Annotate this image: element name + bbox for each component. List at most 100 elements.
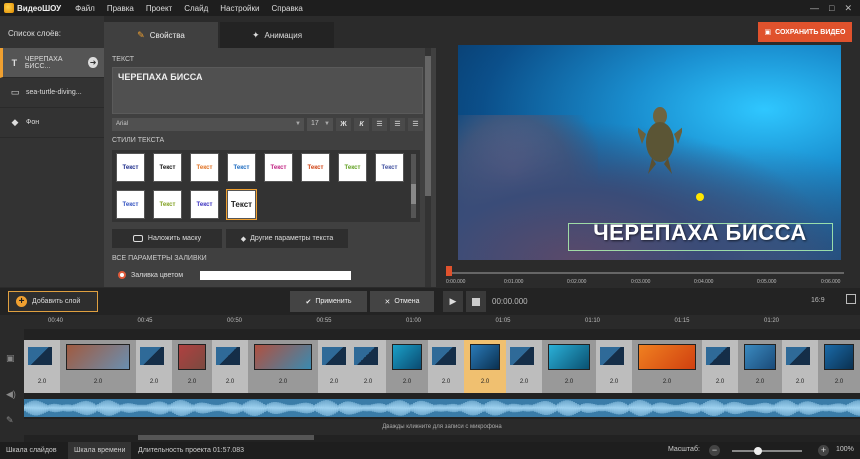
align-right-button[interactable]: ☰ [408, 117, 423, 131]
microphone-track[interactable]: Дважды кликните для записи с микрофона [24, 419, 860, 435]
play-button[interactable]: ▶ [443, 291, 463, 312]
text-style-swatch[interactable]: Текст [227, 153, 256, 182]
text-style-swatch[interactable]: Текст [226, 189, 257, 220]
text-style-swatch[interactable]: Текст [116, 153, 145, 182]
menu-settings[interactable]: Настройки [214, 4, 265, 13]
fill-color-radio[interactable]: Заливка цветом [118, 271, 183, 279]
maximize-icon[interactable]: □ [829, 3, 834, 14]
menu-bar: ВидеоШОУ Файл Правка Проект Слайд Настро… [0, 0, 860, 16]
timeline-scrollbar[interactable] [138, 435, 314, 440]
font-select[interactable]: Arial ▼ [112, 117, 304, 131]
slide-item[interactable]: 2.0 [172, 340, 212, 393]
align-center-button[interactable]: ☰ [390, 117, 405, 131]
bold-button[interactable]: Ж [336, 117, 351, 131]
timeline-mark: 01:20 [764, 318, 780, 324]
transition-item[interactable]: 2.0 [350, 340, 386, 393]
menu-help[interactable]: Справка [265, 4, 308, 13]
tab-slide-timeline[interactable]: Шкала слайдов [0, 442, 63, 459]
timeline-ruler[interactable]: 00:40 00:45 00:50 00:55 01:00 01:05 01:10 01:15… [24, 315, 860, 329]
button-label: Отмена [394, 298, 420, 305]
slide-item[interactable]: 2.0 [248, 340, 318, 393]
tab-animation[interactable]: ✦ Анимация [220, 22, 334, 48]
paint-bucket-icon: ◆ [11, 117, 19, 127]
layer-item-text[interactable]: T ЧЕРЕПАХА БИСС... ➜ [0, 48, 104, 78]
slide-duration: 2.0 [37, 379, 47, 385]
menu-edit[interactable]: Правка [101, 4, 140, 13]
aspect-ratio[interactable]: 16:9 [811, 297, 825, 304]
tab-properties[interactable]: ✎ Свойства [104, 22, 218, 48]
slide-item[interactable]: 2.0 [542, 340, 596, 393]
zoom-slider[interactable] [732, 447, 802, 455]
menu-slide[interactable]: Слайд [178, 4, 214, 13]
transition-item[interactable]: 2.0 [318, 340, 350, 393]
more-text-options-button[interactable]: ◆ Другие параметры текста [226, 229, 348, 248]
zoom-slider-knob[interactable] [754, 447, 762, 455]
transition-thumbnail [354, 347, 378, 365]
text-style-swatch[interactable]: Текст [153, 190, 182, 219]
transition-item[interactable]: 2.0 [506, 340, 542, 393]
zoom-in-button[interactable]: + [818, 445, 829, 456]
apply-mask-button[interactable]: Наложить маску [112, 229, 222, 248]
slide-item[interactable]: 2.0 [632, 340, 702, 393]
slide-item[interactable]: 2.0 [818, 340, 860, 393]
transition-thumbnail [786, 347, 810, 365]
play-icon: ▶ [449, 296, 457, 306]
text-input[interactable]: ЧЕРЕПАХА БИССА [112, 67, 423, 114]
slide-thumbnail [638, 344, 696, 370]
edit-icon: ✎ [137, 29, 145, 40]
transition-thumbnail [216, 347, 240, 365]
text-style-swatch[interactable]: Текст [190, 153, 219, 182]
text-style-swatch[interactable]: Текст [301, 153, 330, 182]
fullscreen-icon[interactable] [846, 294, 856, 304]
playhead-handle[interactable] [446, 266, 452, 276]
preview-timeline-ruler[interactable]: 0:00.000 0:01.000 0:02.000 0:03.000 0:04… [446, 262, 844, 288]
arrow-right-icon[interactable]: ➜ [88, 57, 98, 68]
transition-item[interactable]: 2.0 [702, 340, 738, 393]
italic-button[interactable]: К [354, 117, 369, 131]
slide-item[interactable]: 2.0 [464, 340, 506, 393]
text-style-swatch[interactable]: Текст [153, 153, 182, 182]
transition-item[interactable]: 2.0 [428, 340, 464, 393]
font-size-select[interactable]: 17 ▼ [307, 117, 333, 131]
anchor-point-handle[interactable] [696, 193, 704, 201]
text-style-swatch[interactable]: Текст [190, 190, 219, 219]
fill-color-swatch[interactable] [200, 271, 351, 280]
menu-file[interactable]: Файл [69, 4, 101, 13]
save-video-button[interactable]: ▣ СОХРАНИТЬ ВИДЕО [758, 22, 852, 42]
transition-item[interactable]: 2.0 [212, 340, 248, 393]
text-style-swatch[interactable]: Текст [375, 153, 404, 182]
properties-scrollbar[interactable] [425, 48, 431, 287]
text-style-swatch[interactable]: Текст [264, 153, 293, 182]
transition-item[interactable]: 2.0 [782, 340, 818, 393]
slide-item[interactable]: 2.0 [60, 340, 136, 393]
slide-duration: 2.0 [564, 379, 574, 385]
video-preview[interactable]: ЧЕРЕПАХА БИССА [458, 45, 841, 260]
align-left-button[interactable]: ☰ [372, 117, 387, 131]
styles-scrollbar[interactable] [411, 154, 416, 218]
font-toolbar: Arial ▼ 17 ▼ Ж К ☰ ☰ ☰ [112, 117, 423, 131]
menu-project[interactable]: Проект [140, 4, 178, 13]
add-layer-button[interactable]: + Добавить слой [8, 291, 98, 312]
slide-item[interactable]: 2.0 [738, 340, 782, 393]
cancel-button[interactable]: ✕ Отмена [370, 291, 434, 312]
transition-item[interactable]: 2.0 [596, 340, 632, 393]
check-icon: ✔ [305, 298, 312, 306]
tab-time-timeline[interactable]: Шкала времени [68, 442, 132, 459]
transition-item[interactable]: 2.0 [136, 340, 172, 393]
transition-item[interactable]: 2.0 [24, 340, 60, 393]
layer-item-background[interactable]: ◆ Фон [0, 108, 104, 138]
layer-item-video[interactable]: ▭ sea-turtle-diving... [0, 78, 104, 108]
button-label: Применить [315, 298, 352, 305]
stop-button[interactable] [466, 291, 486, 312]
slide-item[interactable]: 2.0 [386, 340, 428, 393]
text-style-swatch[interactable]: Текст [116, 190, 145, 219]
minimize-icon[interactable]: — [810, 3, 819, 14]
zoom-out-button[interactable]: − [709, 445, 720, 456]
text-style-swatch[interactable]: Текст [338, 153, 367, 182]
app-logo: ВидеоШОУ [0, 3, 69, 13]
timeline-sidebar: ▣ ◀) ✎ [0, 315, 24, 442]
close-icon[interactable]: ✕ [844, 3, 852, 14]
preview-caption[interactable]: ЧЕРЕПАХА БИССА [570, 220, 830, 246]
apply-button[interactable]: ✔ Применить [290, 291, 367, 312]
audio-waveform[interactable] [24, 399, 860, 417]
